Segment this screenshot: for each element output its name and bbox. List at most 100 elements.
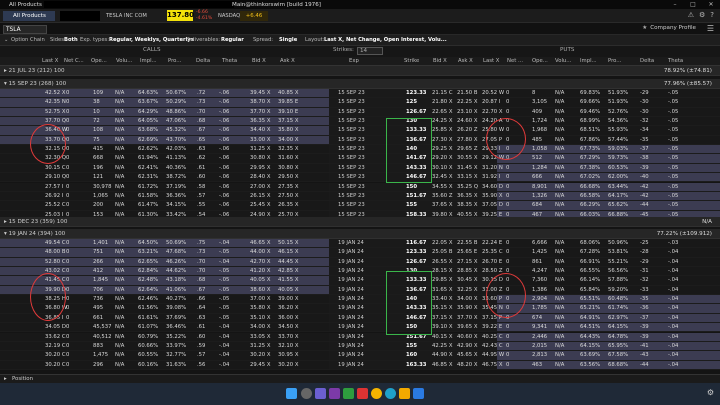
col-put-implied[interactable]: Impl... (580, 58, 597, 64)
put-bid[interactable]: 32.45 X (432, 173, 452, 182)
call-bid[interactable]: 38.60 X (250, 286, 270, 295)
col-put-volume[interactable]: Volu... (555, 58, 571, 64)
put-bid[interactable]: 33.40 X (432, 295, 452, 304)
call-bid[interactable]: 34.00 X (250, 323, 270, 332)
call-bid[interactable]: 34.40 X (250, 126, 270, 135)
call-bid[interactable]: 29.45 X (250, 361, 270, 370)
tray-settings-icon[interactable]: ⚙ (707, 388, 714, 397)
put-bid[interactable]: 34.55 X (432, 183, 452, 192)
put-ask[interactable]: 25.65 E (457, 248, 477, 257)
put-ask[interactable]: 22.25 X (457, 98, 477, 107)
put-bid[interactable]: 25.85 X (432, 126, 452, 135)
put-bid[interactable]: 26.55 X (432, 258, 452, 267)
app-icon[interactable] (357, 388, 368, 399)
call-bid[interactable]: 42.70 X (250, 258, 270, 267)
chain-row[interactable]: 34.05 D 0 45,537 N/A 61.07% 36.46% .61 -.04 34.0… (0, 323, 720, 333)
call-bid[interactable]: 37.70 X (250, 108, 270, 117)
put-ask[interactable]: 31.45 X (457, 164, 477, 173)
call-ask[interactable]: 35.80 X (278, 126, 298, 135)
put-bid[interactable]: 37.65 X (432, 201, 452, 210)
put-ask[interactable]: 24.60 X (457, 117, 477, 126)
call-ask[interactable]: 26.35 X (278, 201, 298, 210)
chain-row[interactable]: 30.20 C 0 1,475 N/A 60.55% 32.77% .57 -.04 30.20… (0, 351, 720, 361)
col-net-change[interactable]: Net C... (64, 58, 84, 64)
put-ask[interactable]: 29.65 Z (457, 145, 477, 154)
call-bid[interactable]: 26.15 X (250, 192, 270, 201)
col-put-bid-x[interactable]: Bid X (433, 58, 447, 64)
call-ask[interactable]: 30.20 X (278, 361, 298, 370)
col-put-last-x[interactable]: Last X (483, 58, 499, 64)
call-bid[interactable]: 28.40 X (250, 173, 270, 182)
put-bid[interactable]: 30.10 X (432, 164, 452, 173)
call-ask[interactable]: 39.00 X (278, 295, 298, 304)
search-icon[interactable] (301, 388, 312, 399)
put-ask[interactable]: 35.25 Q (457, 183, 478, 192)
col-put-net[interactable]: Net ... (507, 58, 523, 64)
alert-icon[interactable]: ⚠ (688, 11, 694, 19)
call-bid[interactable]: 27.00 X (250, 183, 270, 192)
col-last-x[interactable]: Last X (42, 58, 58, 64)
chain-row[interactable]: 32.19 C 0 883 N/A 60.66% 33.97% .59 -.04 31.25 X… (0, 341, 720, 352)
chain-row[interactable]: 39.90 D 0 706 N/A 62.64% 41.06% .67 -.05 38.60 X… (0, 285, 720, 296)
call-ask[interactable]: 30.95 X (278, 351, 298, 360)
settings-icon[interactable]: ⚙ (699, 11, 705, 19)
put-bid[interactable]: 35.60 Z (432, 192, 452, 201)
put-ask[interactable]: 27.80 X (457, 136, 477, 145)
call-bid[interactable]: 35.80 X (250, 304, 270, 313)
put-bid[interactable]: 31.65 X (432, 286, 452, 295)
put-ask[interactable]: 40.60 X (457, 333, 477, 342)
call-ask[interactable]: 39.85 E (278, 98, 298, 107)
sides-value[interactable]: Both (64, 35, 78, 46)
call-bid[interactable]: 40.05 X (250, 276, 270, 285)
chain-row[interactable]: 27.57 I 0 30,978 N/A 61.72% 37.19% .58 -.06 27.0… (0, 182, 720, 192)
col-bid-x[interactable]: Bid X (252, 58, 266, 64)
call-ask[interactable]: 44.45 X (278, 258, 298, 267)
call-ask[interactable]: 32.10 X (278, 342, 298, 351)
chain-row[interactable]: 36.80 W 0 495 N/A 61.56% 39.08% .64 -.05 35.80 X… (0, 304, 720, 314)
all-products-button[interactable]: All Products (3, 11, 55, 21)
chain-row[interactable]: 36.85 I 0 661 N/A 61.61% 37.69% .63 -.05 35.10 X… (0, 313, 720, 324)
minimize-icon[interactable]: – (666, 0, 684, 9)
chain-row[interactable]: 43.02 C 0 412 N/A 62.84% 44.62% .70 -.05 41.20 X… (0, 267, 720, 277)
put-bid[interactable]: 24.25 X (432, 117, 452, 126)
chain-row[interactable]: 26.92 I 0 1,065 N/A 61.58% 36.36% .57 -.06 26.15… (0, 191, 720, 202)
chrome-icon[interactable] (371, 388, 382, 399)
call-bid[interactable]: 35.10 X (250, 314, 270, 323)
onenote-icon[interactable] (329, 388, 340, 399)
put-bid[interactable]: 35.15 X (432, 304, 452, 313)
col-put-open[interactable]: Ope... (532, 58, 548, 64)
put-bid[interactable]: 22.65 X (432, 108, 452, 117)
call-ask[interactable]: 33.70 X (278, 333, 298, 342)
put-ask[interactable]: 33.15 X (457, 173, 477, 182)
call-ask[interactable]: 40.05 X (278, 286, 298, 295)
chain-row[interactable]: 52.75 X 0 10 N/A 64.29% 48.86% .70 -.06 37.70 X3… (0, 107, 720, 118)
call-ask[interactable]: 27.35 X (278, 183, 298, 192)
put-ask[interactable]: 37.70 X (457, 314, 477, 323)
put-ask[interactable]: 21.50 B (457, 89, 477, 98)
call-ask[interactable]: 36.20 X (278, 304, 298, 313)
menu-icon[interactable]: ☰ (707, 24, 714, 33)
call-ask[interactable]: 30.80 X (278, 164, 298, 173)
help-icon[interactable]: ? (710, 11, 714, 19)
put-bid[interactable]: 37.15 X (432, 314, 452, 323)
col-put-ask-x[interactable]: Ask X (458, 58, 473, 64)
call-bid[interactable]: 31.25 X (250, 145, 270, 154)
company-profile-button[interactable]: ★ Company Profile (642, 25, 696, 31)
spread-value[interactable]: Single (279, 35, 297, 46)
put-bid[interactable]: 44.90 X (432, 351, 452, 360)
exp-types-value[interactable]: Regular, Weeklys, Quarterlys (109, 35, 194, 46)
call-ask[interactable]: 46.15 X (278, 248, 298, 257)
call-ask[interactable]: 39.10 E (278, 108, 298, 117)
put-ask[interactable]: 28.85 X (457, 267, 477, 276)
chain-row[interactable]: 37.70 Q 0 72 N/A 64.05% 47.06% .68 -.06 36.35 X3… (0, 117, 720, 127)
call-bid[interactable]: 41.20 X (250, 267, 270, 276)
chain-row[interactable]: 36.40 W 0 108 N/A 63.68% 45.32% .67 -.06 34.40 X… (0, 126, 720, 136)
call-bid[interactable]: 44.00 X (250, 248, 270, 257)
put-bid[interactable]: 46.85 X (432, 361, 452, 370)
put-ask[interactable]: 48.20 X (457, 361, 477, 370)
windows-start-icon[interactable] (286, 388, 297, 399)
call-bid[interactable]: 37.00 X (250, 295, 270, 304)
col-theta[interactable]: Theta (222, 58, 237, 64)
call-bid[interactable]: 25.45 X (250, 201, 270, 210)
call-ask[interactable]: 42.85 X (278, 267, 298, 276)
